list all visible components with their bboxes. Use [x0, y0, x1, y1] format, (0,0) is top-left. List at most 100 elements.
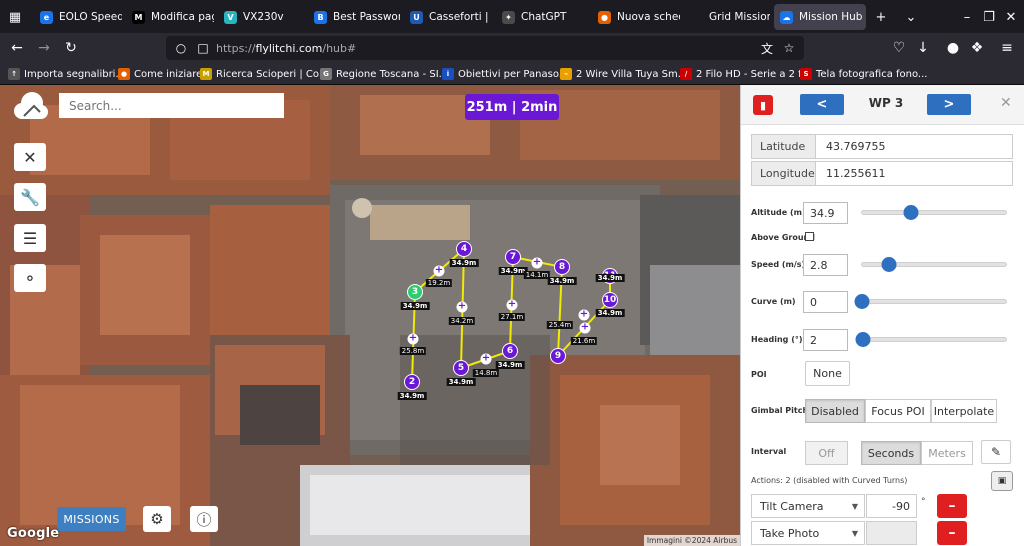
- forward-icon[interactable]: →: [33, 37, 55, 59]
- menu-icon[interactable]: ≡: [996, 37, 1018, 59]
- browser-tab[interactable]: V VX230v: [218, 4, 304, 30]
- longitude-input[interactable]: 11.255611: [815, 161, 1013, 186]
- bookmark-item[interactable]: G Regione Toscana - SI...: [320, 66, 448, 82]
- gimbal-focus-poi-button[interactable]: Focus POI: [865, 399, 931, 423]
- midpoint-add-icon[interactable]: +: [579, 322, 591, 334]
- back-icon[interactable]: ←: [6, 37, 28, 59]
- bookmark-star-icon[interactable]: ☆: [778, 37, 800, 59]
- remove-action-1-button[interactable]: –: [937, 494, 967, 518]
- close-panel-icon[interactable]: ✕: [1000, 95, 1012, 111]
- speed-slider[interactable]: [861, 257, 1007, 272]
- pocket-icon[interactable]: ♡: [888, 37, 910, 59]
- remove-action-2-button[interactable]: –: [937, 521, 967, 545]
- midpoint-add-icon[interactable]: +: [407, 333, 419, 345]
- next-waypoint-button[interactable]: >: [927, 94, 971, 115]
- close-window-icon[interactable]: ✕: [1000, 6, 1022, 28]
- midpoint-add-icon[interactable]: +: [456, 301, 468, 313]
- action-1-type-select[interactable]: Tilt Camera ▼: [751, 494, 865, 518]
- map-search-input[interactable]: [59, 93, 284, 118]
- address-bar[interactable]: ○ □ https://flylitchi.com/hub# 文 ☆: [166, 36, 804, 60]
- wrench-icon[interactable]: 🔧: [14, 183, 46, 211]
- restore-icon[interactable]: ❐: [978, 6, 1000, 28]
- midpoint-add-icon[interactable]: +: [433, 265, 445, 277]
- altitude-slider-thumb[interactable]: [903, 205, 919, 220]
- speed-slider-thumb[interactable]: [881, 257, 897, 272]
- tab-list-chevron-icon[interactable]: ⌄: [900, 6, 922, 28]
- prev-waypoint-button[interactable]: <: [800, 94, 844, 115]
- edit-list-icon[interactable]: ☰: [14, 224, 46, 252]
- shield-icon[interactable]: ○: [170, 37, 192, 59]
- heading-slider[interactable]: [855, 332, 1007, 347]
- waypoint-marker[interactable]: 9: [550, 348, 566, 364]
- delete-waypoint-trash-icon[interactable]: ▮: [753, 95, 773, 115]
- speed-label: Speed (m/s): [751, 260, 806, 269]
- waypoint-marker[interactable]: 5: [453, 360, 469, 376]
- heading-slider-thumb[interactable]: [855, 332, 871, 347]
- waypoint-marker[interactable]: 4: [456, 241, 472, 257]
- minimize-icon[interactable]: –: [956, 6, 978, 28]
- missions-button[interactable]: MISSIONS: [57, 507, 126, 531]
- gimbal-disabled-button[interactable]: Disabled: [805, 399, 865, 423]
- extensions-icon[interactable]: ❖: [966, 37, 988, 59]
- above-ground-checkbox[interactable]: [805, 232, 814, 241]
- midpoint-add-icon[interactable]: +: [480, 353, 492, 365]
- bookmark-item[interactable]: ● Come iniziare: [118, 66, 202, 82]
- midpoint-add-icon[interactable]: +: [578, 309, 590, 321]
- bookmark-item[interactable]: ⌁ 2 Wire Villa Tuya Sm...: [560, 66, 687, 82]
- heading-input[interactable]: 2: [803, 329, 848, 351]
- waypoint-marker[interactable]: 2: [404, 374, 420, 390]
- tab-label: Nuova scheda: [617, 11, 680, 23]
- account-icon[interactable]: ●: [942, 37, 964, 59]
- translate-icon[interactable]: 文: [756, 37, 778, 59]
- bookmark-item[interactable]: ↑ Importa segnalibri...: [8, 66, 125, 82]
- waypoint-marker[interactable]: 6: [502, 343, 518, 359]
- curve-slider[interactable]: [854, 294, 1007, 309]
- curve-label: Curve (m): [751, 297, 796, 306]
- browser-tab[interactable]: Grid Mission Desi: [684, 4, 770, 30]
- speed-input[interactable]: 2.8: [803, 254, 848, 276]
- bookmark-item[interactable]: / 2 Filo HD - Serie a 2 f...: [680, 66, 811, 82]
- interval-seconds-button[interactable]: Seconds: [861, 441, 921, 465]
- interval-input[interactable]: Off: [805, 441, 848, 465]
- settings-gear-icon[interactable]: ⚙: [143, 506, 171, 532]
- midpoint-add-icon[interactable]: +: [531, 257, 543, 269]
- curve-input[interactable]: 0: [803, 291, 848, 313]
- browser-tab[interactable]: ● Nuova scheda: [592, 4, 680, 30]
- curve-slider-thumb[interactable]: [854, 294, 870, 309]
- action-2-value-input[interactable]: [866, 521, 917, 545]
- info-icon[interactable]: ⓘ: [190, 506, 218, 532]
- actions-screen-icon[interactable]: ▣: [991, 471, 1013, 491]
- interval-meters-button[interactable]: Meters: [921, 441, 973, 465]
- altitude-slider[interactable]: [861, 205, 1007, 220]
- browser-tab[interactable]: M Modifica pagin: [126, 4, 214, 30]
- close-mission-icon[interactable]: ✕: [14, 143, 46, 171]
- browser-tab[interactable]: U Casseforti | Co: [404, 4, 492, 30]
- bookmark-item[interactable]: S Tela fotografica fono...: [800, 66, 927, 82]
- tab-overview-icon[interactable]: ▦: [4, 6, 26, 28]
- midpoint-add-icon[interactable]: +: [506, 299, 518, 311]
- browser-tab[interactable]: ✦ ChatGPT: [496, 4, 588, 30]
- browser-tab[interactable]: B Best Password: [308, 4, 400, 30]
- action-1-value-input[interactable]: -90: [866, 494, 917, 518]
- waypoint-marker[interactable]: 10: [602, 292, 618, 308]
- browser-tab[interactable]: ☁Mission Hub✕: [774, 4, 866, 30]
- waypoint-marker[interactable]: 3: [407, 284, 423, 300]
- bookmark-item[interactable]: M Ricerca Scioperi | Co...: [200, 66, 328, 82]
- waypoint-marker[interactable]: 8: [554, 259, 570, 275]
- downloads-icon[interactable]: ↓: [912, 37, 934, 59]
- litchi-cloud-logo-icon[interactable]: [10, 89, 50, 125]
- gimbal-interpolate-button[interactable]: Interpolate: [931, 399, 997, 423]
- waypoint-marker[interactable]: 7: [505, 249, 521, 265]
- poi-select-button[interactable]: None: [805, 361, 850, 386]
- latitude-input[interactable]: 43.769755: [815, 134, 1013, 159]
- browser-tab[interactable]: e EOLO Speed te: [34, 4, 122, 30]
- pencil-edit-icon[interactable]: ✎: [981, 440, 1011, 464]
- add-poi-icon[interactable]: ⚬: [14, 264, 46, 292]
- new-tab-button[interactable]: +: [870, 6, 892, 28]
- action-2-type-select[interactable]: Take Photo ▼: [751, 521, 865, 545]
- altitude-input[interactable]: 34.9: [803, 202, 848, 224]
- map-view[interactable]: 2 34.9m 3 34.9m 4 34.9m 5 34.9m 6 34.9m 7 34.9m 8 34.…: [0, 85, 740, 546]
- lock-icon[interactable]: □: [192, 37, 214, 59]
- reload-icon[interactable]: ↻: [60, 37, 82, 59]
- bookmark-item[interactable]: i Obiettivi per Panaso...: [442, 66, 568, 82]
